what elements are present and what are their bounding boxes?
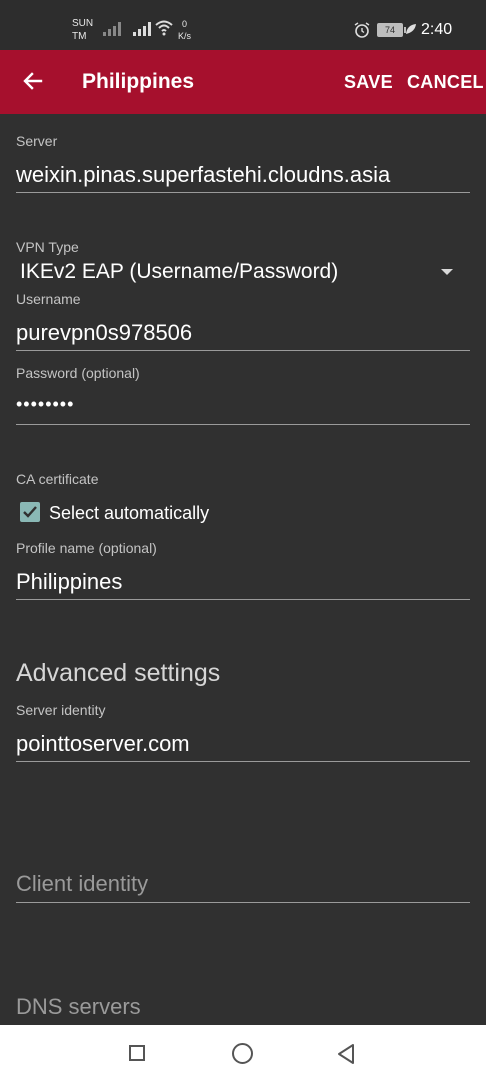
password-input[interactable]: ••••••••: [16, 394, 74, 415]
vpn-type-select[interactable]: IKEv2 EAP (Username/Password): [20, 260, 338, 284]
select-automatically-label[interactable]: Select automatically: [49, 503, 209, 524]
alarm-icon: [354, 22, 370, 38]
carrier-line-1: SUN: [72, 18, 94, 29]
back-triangle-icon[interactable]: [336, 1043, 356, 1065]
client-identity-input-underline: [16, 902, 470, 903]
check-icon: [23, 506, 37, 518]
app-bar: Philippines SAVE CANCEL: [0, 50, 486, 114]
network-speed-value: 0: [182, 19, 188, 29]
username-input[interactable]: purevpn0s978506: [16, 320, 192, 346]
password-input-underline: [16, 424, 470, 425]
recents-button[interactable]: [129, 1045, 145, 1061]
page-title: Philippines: [82, 70, 195, 93]
dns-servers-input[interactable]: DNS servers: [16, 994, 141, 1020]
password-label: Password (optional): [16, 365, 140, 381]
dropdown-arrow-icon[interactable]: [441, 269, 453, 275]
network-speed: 0 K/s: [178, 18, 191, 42]
carrier-label: SUN TM: [72, 17, 93, 43]
advanced-settings-heading: Advanced settings: [16, 659, 221, 687]
wifi-icon: [155, 20, 173, 36]
client-identity-input[interactable]: Client identity: [16, 871, 148, 897]
server-identity-label: Server identity: [16, 702, 106, 718]
select-automatically-checkbox[interactable]: [20, 502, 40, 522]
back-arrow-icon[interactable]: [21, 69, 45, 93]
server-input-underline: [16, 192, 470, 193]
profile-name-label: Profile name (optional): [16, 540, 157, 556]
server-identity-input-underline: [16, 761, 470, 762]
vpn-type-label: VPN Type: [16, 239, 79, 255]
clock: 2:40: [421, 21, 453, 38]
leaf-icon: [406, 24, 416, 34]
server-identity-input[interactable]: pointtoserver.com: [16, 731, 190, 757]
server-input[interactable]: weixin.pinas.superfastehi.cloudns.asia: [16, 162, 390, 188]
navigation-bar: [0, 1025, 486, 1080]
signal-icon: [103, 22, 121, 36]
profile-name-input[interactable]: Philippines: [16, 569, 122, 595]
save-button[interactable]: SAVE: [344, 72, 393, 93]
server-label: Server: [16, 133, 58, 149]
battery-icon: 74: [377, 23, 406, 37]
signal-icon: [133, 22, 151, 36]
status-bar: SUN TM 0 K/s 74 2:40: [0, 0, 486, 50]
ca-certificate-label: CA certificate: [16, 471, 99, 487]
profile-name-input-underline: [16, 599, 470, 600]
carrier-line-2: TM: [72, 31, 87, 42]
network-speed-unit: K/s: [178, 31, 192, 41]
username-label: Username: [16, 291, 81, 307]
username-input-underline: [16, 350, 470, 351]
home-button[interactable]: [232, 1043, 253, 1064]
cancel-button[interactable]: CANCEL: [407, 72, 484, 93]
